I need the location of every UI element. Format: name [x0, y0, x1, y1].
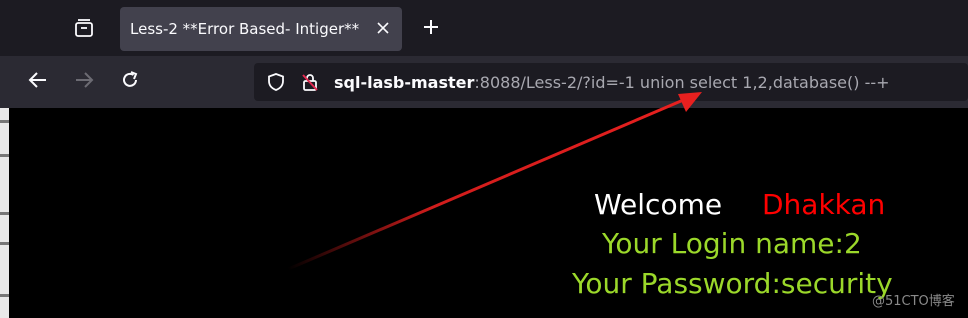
edge-mark — [0, 294, 9, 297]
address-bar[interactable]: sql-lasb-master:8088/Less-2/?id=-1 union… — [254, 63, 968, 101]
user-name: Dhakkan — [762, 188, 886, 221]
url-host: sql-lasb-master — [334, 73, 475, 92]
url-path: :8088/Less-2/?id=-1 union select 1,2,dat… — [474, 73, 890, 92]
tab-list-icon — [73, 17, 95, 43]
lock-insecure-icon[interactable] — [300, 72, 320, 92]
login-name-line: Your Login name:2 — [602, 227, 862, 260]
edge-mark — [0, 242, 9, 245]
plus-icon — [422, 18, 440, 40]
edge-mark — [0, 212, 9, 215]
watermark: @51CTO博客 — [872, 294, 955, 309]
navigation-toolbar: sql-lasb-master:8088/Less-2/?id=-1 union… — [0, 56, 968, 108]
tab-title: Less-2 **Error Based- Intiger** — [130, 20, 360, 38]
shield-icon[interactable] — [266, 72, 286, 92]
back-arrow-icon — [27, 69, 49, 95]
reload-button[interactable] — [114, 66, 146, 98]
tab-strip: Less-2 **Error Based- Intiger** — [0, 0, 968, 56]
reload-icon — [119, 69, 141, 95]
edge-mark — [0, 120, 9, 123]
tab-close-button[interactable] — [372, 18, 394, 40]
close-icon — [376, 20, 390, 39]
tab-active[interactable]: Less-2 **Error Based- Intiger** — [120, 7, 402, 51]
tab-list-button[interactable] — [66, 12, 102, 48]
adjacent-window-edge — [0, 108, 9, 318]
welcome-label: Welcome — [594, 188, 723, 221]
forward-button[interactable] — [68, 66, 100, 98]
password-line: Your Password:security — [572, 267, 893, 300]
url-text[interactable]: sql-lasb-master:8088/Less-2/?id=-1 union… — [334, 73, 890, 92]
edge-mark — [0, 154, 9, 157]
forward-arrow-icon — [73, 69, 95, 95]
new-tab-button[interactable] — [416, 14, 446, 44]
back-button[interactable] — [22, 66, 54, 98]
browser-window: Less-2 **Error Based- Intiger** sql-lasb… — [0, 0, 968, 318]
